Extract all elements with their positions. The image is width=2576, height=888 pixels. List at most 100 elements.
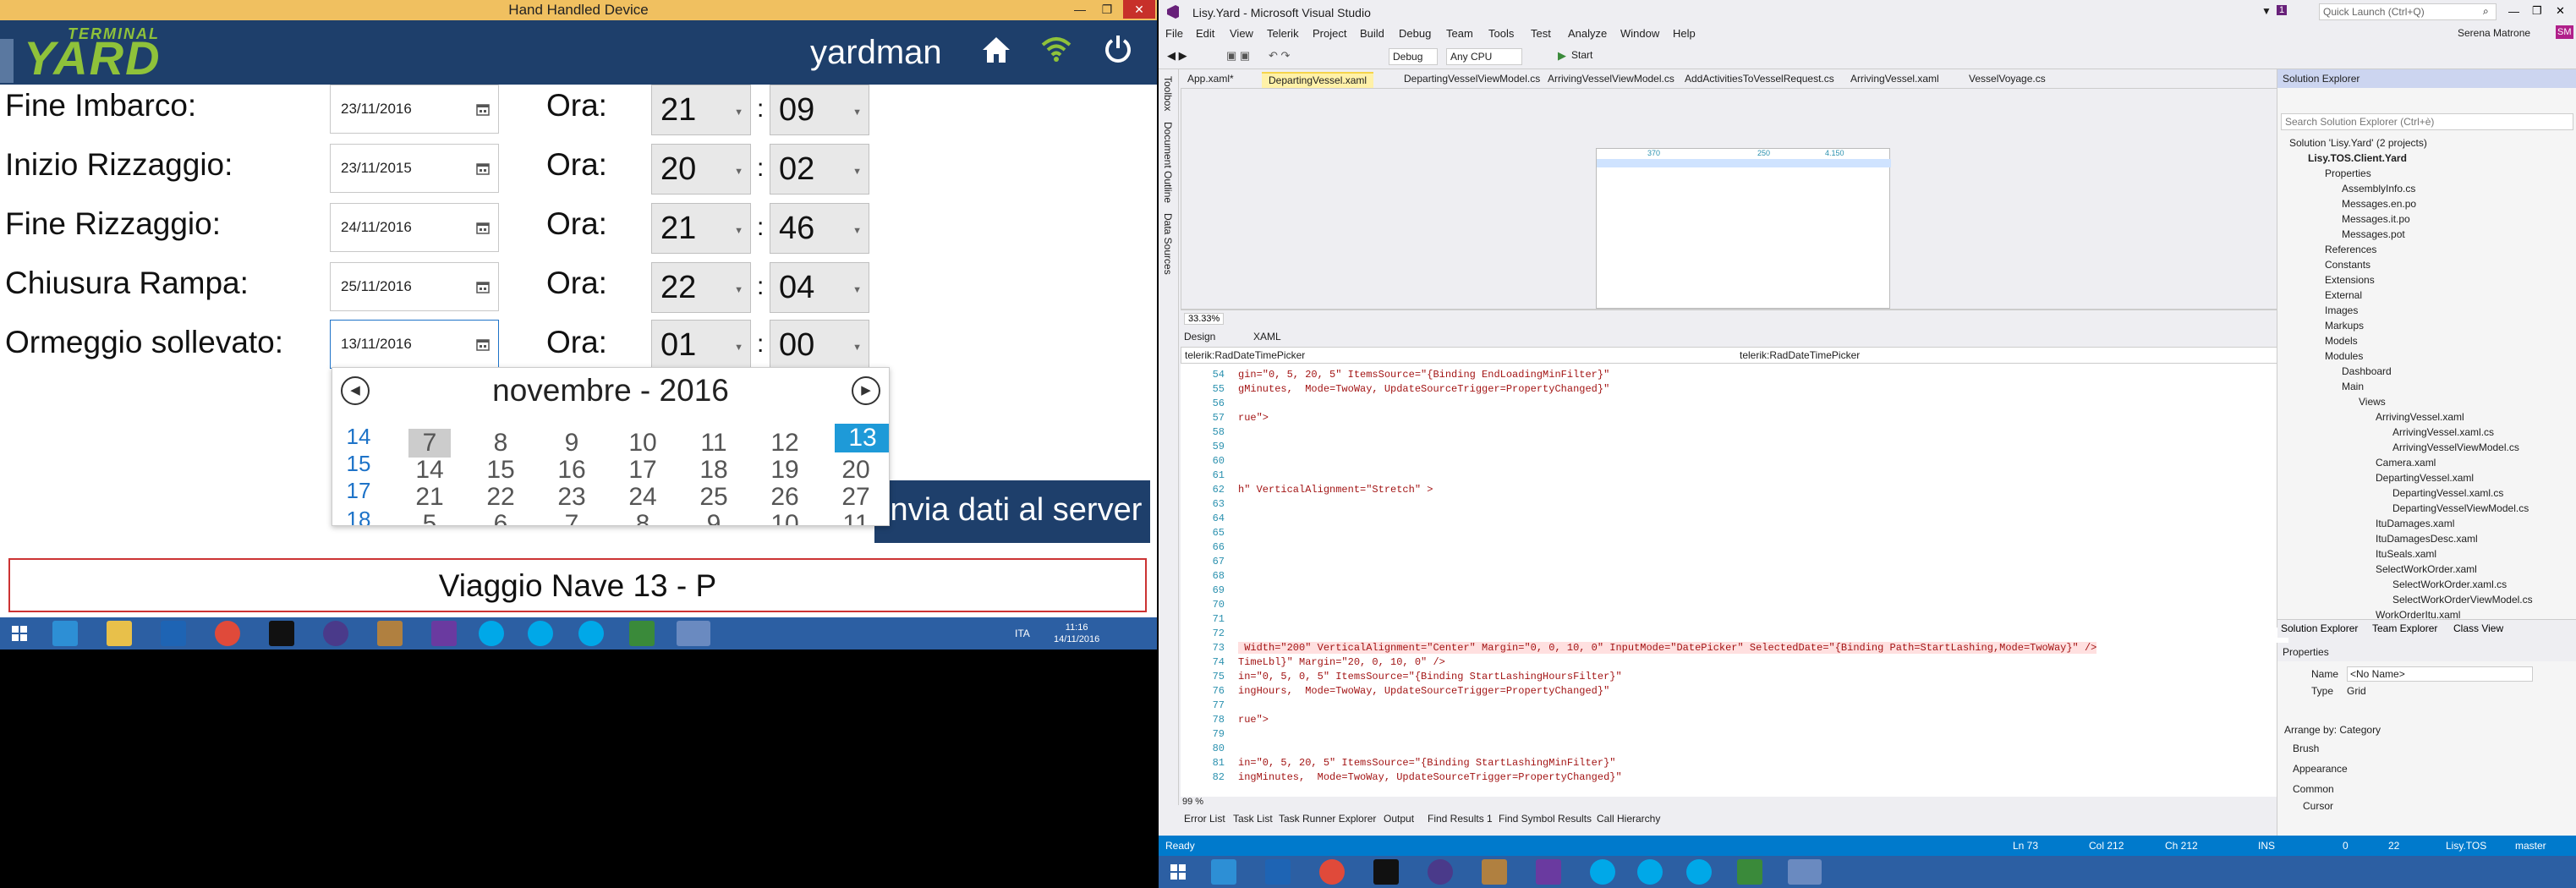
status-repo[interactable]: Lisy.TOS bbox=[2446, 840, 2486, 852]
minute-select[interactable]: 46 ▼ bbox=[770, 203, 869, 254]
tree-folder[interactable]: Views bbox=[2359, 396, 2386, 408]
tree-item[interactable]: Messages.pot bbox=[2342, 228, 2405, 240]
skype-icon[interactable] bbox=[528, 621, 553, 646]
tree-item[interactable]: DepartingVesselViewModel.cs bbox=[2392, 502, 2529, 514]
menu-team[interactable]: Team bbox=[1446, 27, 1473, 40]
minute-select[interactable]: 09 ▼ bbox=[770, 85, 869, 135]
menu-build[interactable]: Build bbox=[1360, 27, 1384, 40]
tools-icon[interactable] bbox=[1482, 859, 1507, 885]
tab-add-activities[interactable]: AddActivitiesToVesselRequest.cs bbox=[1678, 72, 1841, 88]
code-line[interactable]: ingMinutes, Mode=TwoWay, UpdateSourceTri… bbox=[1238, 771, 1622, 783]
crumb-right[interactable]: telerik:RadDateTimePicker bbox=[1740, 349, 1860, 361]
xaml-designer[interactable]: 370 250 4.150 bbox=[1181, 88, 2288, 310]
tools-icon[interactable] bbox=[377, 621, 403, 646]
filter-icon[interactable]: ▼ bbox=[2261, 5, 2272, 17]
visual-studio-icon[interactable] bbox=[1536, 859, 1561, 885]
clock[interactable]: 11:16 14/11/2016 bbox=[1054, 622, 1099, 645]
menu-help[interactable]: Help bbox=[1673, 27, 1696, 40]
prop-category[interactable]: Brush bbox=[2293, 743, 2319, 754]
calendar-day[interactable]: 26 bbox=[764, 483, 806, 512]
calendar-day[interactable]: 9 bbox=[693, 510, 735, 525]
document-outline-tab[interactable]: Document Outline bbox=[1162, 122, 1174, 203]
app-icon[interactable] bbox=[1428, 859, 1453, 885]
project-icon[interactable] bbox=[1737, 859, 1762, 885]
tab-arriving-vessel-xaml[interactable]: ArrivingVessel.xaml bbox=[1844, 72, 1946, 88]
language-indicator[interactable]: ITA bbox=[1015, 628, 1030, 639]
ie-icon[interactable] bbox=[1211, 859, 1236, 885]
tree-folder[interactable]: Models bbox=[2325, 335, 2358, 347]
code-line[interactable]: rue"> bbox=[1238, 412, 1269, 424]
design-tab[interactable]: Design bbox=[1184, 331, 1215, 343]
tree-item[interactable]: Messages.it.po bbox=[2342, 213, 2410, 225]
windows-start-icon[interactable] bbox=[1165, 859, 1191, 885]
date-ormeggio-sollevato[interactable]: 13/11/2016 bbox=[330, 320, 499, 369]
hour-select[interactable]: 21 ▼ bbox=[651, 203, 751, 254]
hour-select[interactable]: 20 ▼ bbox=[651, 144, 751, 195]
close-button[interactable]: ✕ bbox=[1123, 0, 1155, 19]
status-up[interactable]: 0 bbox=[2343, 840, 2349, 852]
prop-row[interactable]: Cursor bbox=[2303, 800, 2333, 812]
tab-find-results[interactable]: Find Results 1 bbox=[1428, 813, 1493, 825]
windows-start-icon[interactable] bbox=[7, 621, 32, 646]
skype-icon[interactable] bbox=[479, 621, 504, 646]
minute-select[interactable]: 02 ▼ bbox=[770, 144, 869, 195]
tree-item[interactable]: Camera.xaml bbox=[2376, 457, 2436, 469]
back-forward-icon[interactable]: ◀ ▶ bbox=[1167, 49, 1187, 63]
calendar-day[interactable]: 27 bbox=[835, 483, 877, 512]
code-line[interactable]: TimeLbl}" Margin="20, 0, 10, 0" /> bbox=[1238, 656, 1445, 668]
menu-debug[interactable]: Debug bbox=[1399, 27, 1431, 40]
calendar-day[interactable]: 24 bbox=[622, 483, 664, 512]
menu-project[interactable]: Project bbox=[1313, 27, 1346, 40]
restore-button[interactable]: ❐ bbox=[2532, 4, 2542, 18]
tab-find-symbol[interactable]: Find Symbol Results bbox=[1499, 813, 1592, 825]
zoom-select[interactable]: 33.33% bbox=[1184, 313, 1225, 325]
tab-call-hierarchy[interactable]: Call Hierarchy bbox=[1597, 813, 1660, 825]
tree-folder[interactable]: Images bbox=[2325, 304, 2358, 316]
designer-preview[interactable]: 370 250 4.150 bbox=[1596, 148, 1891, 309]
folder-icon[interactable] bbox=[107, 621, 132, 646]
menu-tools[interactable]: Tools bbox=[1488, 27, 1514, 40]
menu-analyze[interactable]: Analyze bbox=[1568, 27, 1607, 40]
tree-item[interactable]: SelectWorkOrder.xaml.cs bbox=[2392, 578, 2507, 590]
data-sources-tab[interactable]: Data Sources bbox=[1162, 213, 1174, 275]
skype-icon[interactable] bbox=[1590, 859, 1615, 885]
calendar-day[interactable]: 19 bbox=[764, 456, 806, 485]
calendar-day[interactable]: 15 bbox=[480, 456, 522, 485]
toolbox-tab[interactable]: Toolbox bbox=[1162, 76, 1174, 111]
start-button[interactable]: Start bbox=[1571, 49, 1592, 61]
platform-select[interactable]: Any CPU bbox=[1446, 48, 1522, 65]
tree-item[interactable]: Messages.en.po bbox=[2342, 198, 2416, 210]
date-fine-imbarco[interactable]: 23/11/2016 bbox=[330, 85, 499, 134]
code-editor[interactable]: 54 gin="0, 5, 20, 5" ItemsSource="{Bindin… bbox=[1181, 364, 2288, 797]
terminal-icon[interactable] bbox=[269, 621, 294, 646]
tree-item[interactable]: References bbox=[2325, 244, 2376, 255]
calendar-day[interactable]: 11 bbox=[835, 510, 877, 525]
crumb-left[interactable]: telerik:RadDateTimePicker bbox=[1185, 349, 1305, 361]
calendar-day[interactable]: 20 bbox=[835, 456, 877, 485]
tree-folder[interactable]: External bbox=[2325, 289, 2362, 301]
calendar-day[interactable]: 10 bbox=[622, 429, 664, 458]
hour-select[interactable]: 21 ▼ bbox=[651, 85, 751, 135]
calendar-day[interactable]: 6 bbox=[480, 510, 522, 525]
skype-business-icon[interactable] bbox=[578, 621, 604, 646]
send-to-server-button[interactable]: Invia dati al server bbox=[874, 480, 1150, 543]
quick-launch-input[interactable]: Quick Launch (Ctrl+Q) bbox=[2319, 3, 2497, 20]
undo-redo-icon[interactable]: ↶ ↷ bbox=[1269, 49, 1290, 63]
calendar-icon[interactable] bbox=[476, 162, 490, 175]
menu-window[interactable]: Window bbox=[1620, 27, 1659, 40]
solution-search-input[interactable]: Search Solution Explorer (Ctrl+è) bbox=[2281, 113, 2573, 130]
search-icon[interactable]: ⌕ bbox=[2483, 5, 2489, 18]
hour-select[interactable]: 22 ▼ bbox=[651, 262, 751, 313]
home-icon[interactable] bbox=[981, 36, 1011, 64]
tree-folder[interactable]: Markups bbox=[2325, 320, 2364, 332]
skype-icon[interactable] bbox=[1637, 859, 1663, 885]
tab-output[interactable]: Output bbox=[1384, 813, 1414, 825]
tree-item[interactable]: ArrivingVessel.xaml bbox=[2376, 411, 2464, 423]
date-fine-rizzaggio[interactable]: 24/11/2016 bbox=[330, 203, 499, 252]
tree-item[interactable]: ItuDamages.xaml bbox=[2376, 518, 2454, 529]
maximize-button[interactable]: ❐ bbox=[1091, 0, 1123, 19]
signed-in-user[interactable]: Serena Matrone bbox=[2458, 27, 2530, 39]
device-emulator-icon[interactable] bbox=[1788, 859, 1822, 885]
power-icon[interactable] bbox=[1103, 34, 1133, 64]
outlook-icon[interactable] bbox=[161, 621, 186, 646]
